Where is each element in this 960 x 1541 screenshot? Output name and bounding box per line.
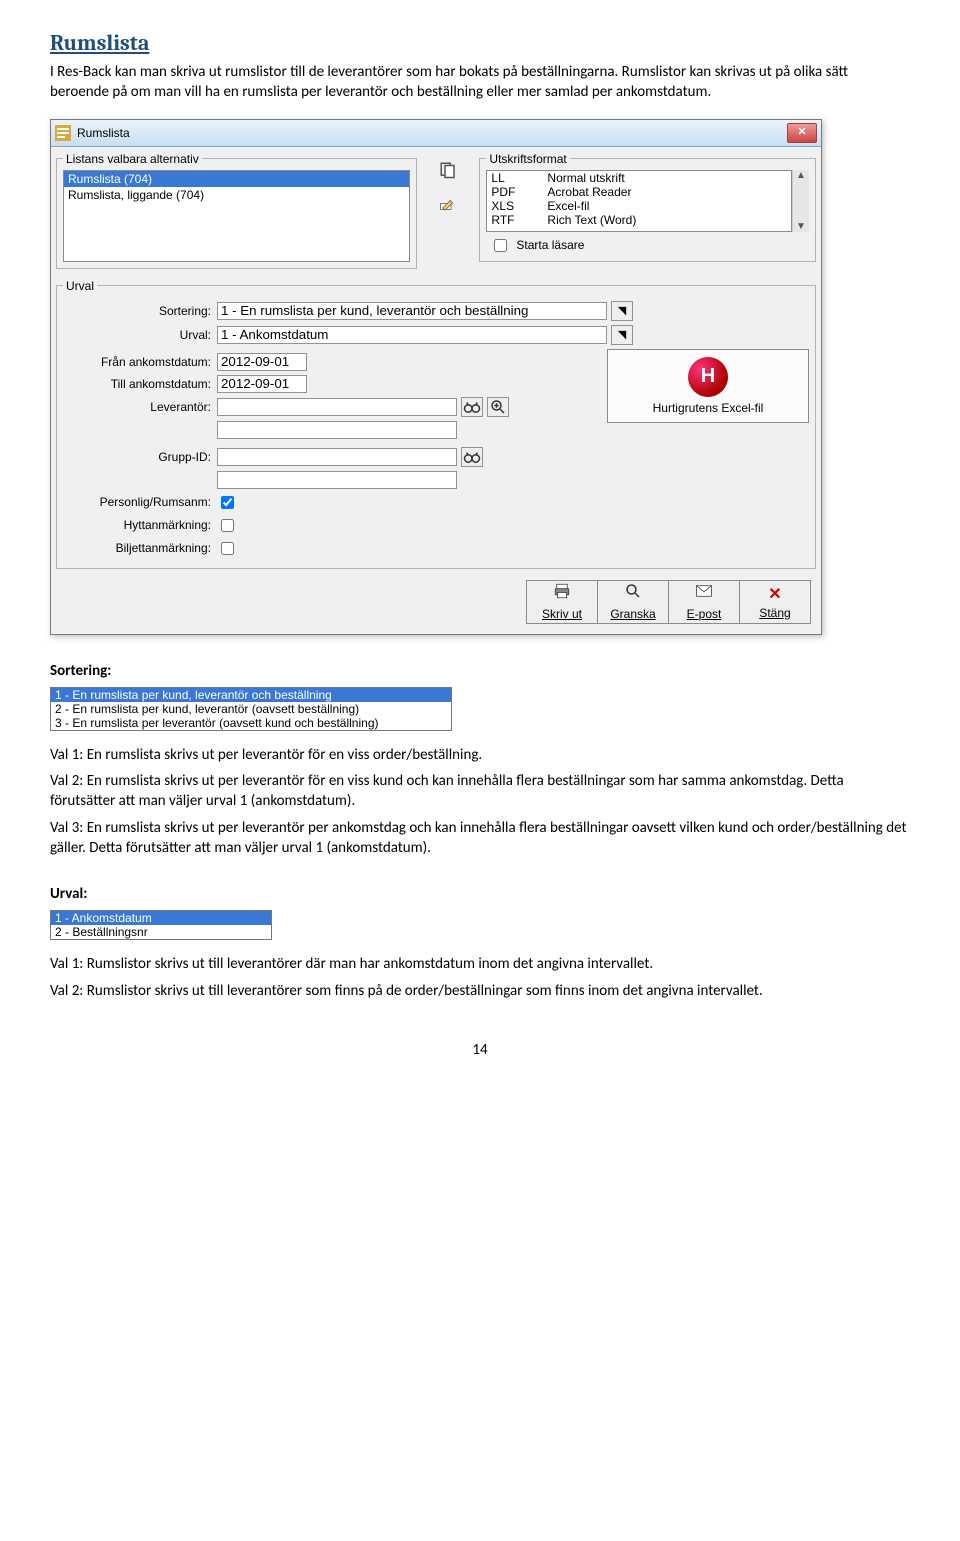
val3-text: Val 3: En rumslista skrivs ut per levera… <box>50 818 910 859</box>
format-code: PDF <box>487 185 543 199</box>
dialog-title: Rumslista <box>77 126 787 140</box>
urval-legend: Urval <box>63 279 97 293</box>
checkbox-input[interactable] <box>494 239 507 252</box>
urval1-text: Val 1: Rumslistor skrivs ut till leveran… <box>50 954 910 974</box>
list-item[interactable]: Rumslista, liggande (704) <box>64 187 409 203</box>
copy-icon[interactable] <box>439 161 457 179</box>
grupp-label: Grupp-ID: <box>63 450 217 464</box>
format-desc: Normal utskrift <box>543 171 791 185</box>
binoculars-icon[interactable] <box>461 397 483 417</box>
dialog-toolbar: Skriv ut Granska E-post ✕ Stäng <box>51 574 821 634</box>
list-item[interactable]: 1 - Ankomstdatum <box>51 911 271 925</box>
lev-label: Leverantör: <box>63 400 217 414</box>
page-title: Rumslista <box>50 30 910 56</box>
middle-tools <box>422 147 474 211</box>
print-label: Skriv ut <box>542 607 582 621</box>
till-input[interactable] <box>217 375 307 393</box>
format-desc: Acrobat Reader <box>543 185 791 199</box>
list-alternatives-group: Listans valbara alternativ Rumslista (70… <box>56 152 417 269</box>
urval-group: Urval Sortering: ◥ Urval: ◥ Från ankomst… <box>56 279 816 569</box>
sortering-options-list: 1 - En rumslista per kund, leverantör oc… <box>50 687 452 731</box>
close-icon: ✕ <box>768 584 781 604</box>
urval2-text: Val 2: Rumslistor skrivs ut till leveran… <box>50 981 910 1001</box>
scrollbar[interactable]: ▲ ▼ <box>792 170 809 232</box>
utskrift-legend: Utskriftsformat <box>486 152 569 166</box>
preview-button[interactable]: Granska <box>597 580 669 624</box>
close-button[interactable]: ✕ Stäng <box>739 580 811 624</box>
scroll-down-icon[interactable]: ▼ <box>793 221 809 232</box>
list-item[interactable]: 1 - En rumslista per kund, leverantör oc… <box>51 688 451 702</box>
print-format-group: Utskriftsformat LL Normal utskrift PDF A… <box>479 152 816 262</box>
rumslista-dialog: Rumslista ✕ Listans valbara alternativ R… <box>50 119 822 635</box>
list-item[interactable]: 2 - En rumslista per kund, leverantör (o… <box>51 702 451 716</box>
list-item[interactable]: 2 - Beställningsnr <box>51 925 271 939</box>
list-item[interactable]: PDF Acrobat Reader <box>487 185 791 199</box>
fran-label: Från ankomstdatum: <box>63 355 217 369</box>
urval-input[interactable] <box>217 326 607 344</box>
dropdown-icon[interactable]: ◥ <box>611 325 633 345</box>
alternatives-listbox[interactable]: Rumslista (704) Rumslista, liggande (704… <box>63 170 410 262</box>
format-desc: Excel-fil <box>543 199 791 213</box>
edit-icon[interactable] <box>439 193 457 211</box>
scroll-up-icon[interactable]: ▲ <box>793 170 809 181</box>
close-label: Stäng <box>759 606 790 620</box>
sortering-label: Sortering: <box>63 304 217 318</box>
hurtigruten-logo-icon: H <box>688 357 728 397</box>
list-item[interactable]: XLS Excel-fil <box>487 199 791 213</box>
page-number: 14 <box>50 1041 910 1059</box>
magnifier-plus-icon[interactable] <box>487 397 509 417</box>
preview-label: Granska <box>610 607 655 621</box>
format-code: RTF <box>487 213 543 227</box>
lev-input[interactable] <box>217 398 457 416</box>
list-item[interactable]: 3 - En rumslista per leverantör (oavsett… <box>51 716 451 730</box>
print-button[interactable]: Skriv ut <box>526 580 598 624</box>
format-listbox[interactable]: LL Normal utskrift PDF Acrobat Reader XL… <box>486 170 792 232</box>
urval-label: Urval: <box>63 328 217 342</box>
sortering-heading: Sortering: <box>50 661 910 681</box>
close-icon[interactable]: ✕ <box>787 123 817 143</box>
format-code: LL <box>487 171 543 185</box>
urval-heading: Urval: <box>50 884 910 904</box>
hytt-checkbox[interactable] <box>221 519 234 532</box>
email-label: E-post <box>687 607 722 621</box>
list-item[interactable]: LL Normal utskrift <box>487 171 791 185</box>
hytt-label: Hyttanmärkning: <box>63 518 217 532</box>
list-item[interactable]: RTF Rich Text (Word) <box>487 213 791 227</box>
val2-text: Val 2: En rumslista skrivs ut per levera… <box>50 771 910 812</box>
fran-input[interactable] <box>217 353 307 371</box>
till-label: Till ankomstdatum: <box>63 377 217 391</box>
app-icon <box>55 125 71 141</box>
val1-text: Val 1: En rumslista skrivs ut per levera… <box>50 745 910 765</box>
biljett-label: Biljettanmärkning: <box>63 541 217 555</box>
intro-paragraph: I Res-Back kan man skriva ut rumslistor … <box>50 62 910 103</box>
starta-lasare-checkbox[interactable]: Starta läsare <box>486 236 809 255</box>
personlig-checkbox[interactable] <box>221 496 234 509</box>
dropdown-icon[interactable]: ◥ <box>611 301 633 321</box>
listans-legend: Listans valbara alternativ <box>63 152 202 166</box>
hurtigruten-excel-button[interactable]: H Hurtigrutens Excel-fil <box>607 349 809 423</box>
sortering-input[interactable] <box>217 302 607 320</box>
magnifier-icon <box>624 582 642 605</box>
binoculars-icon[interactable] <box>461 447 483 467</box>
urval-options-list: 1 - Ankomstdatum 2 - Beställningsnr <box>50 910 272 940</box>
email-button[interactable]: E-post <box>668 580 740 624</box>
grupp-input[interactable] <box>217 448 457 466</box>
grupp-sub-input[interactable] <box>217 471 457 489</box>
list-item[interactable]: Rumslista (704) <box>64 171 409 187</box>
hurtigruten-label: Hurtigrutens Excel-fil <box>653 401 764 415</box>
personlig-label: Personlig/Rumsanm: <box>63 495 217 509</box>
format-code: XLS <box>487 199 543 213</box>
mail-icon <box>695 582 713 605</box>
biljett-checkbox[interactable] <box>221 542 234 555</box>
format-desc: Rich Text (Word) <box>543 213 791 227</box>
printer-icon <box>553 582 571 605</box>
starta-lasare-label: Starta läsare <box>516 238 584 252</box>
lev-sub-input[interactable] <box>217 421 457 439</box>
titlebar: Rumslista ✕ <box>51 120 821 147</box>
